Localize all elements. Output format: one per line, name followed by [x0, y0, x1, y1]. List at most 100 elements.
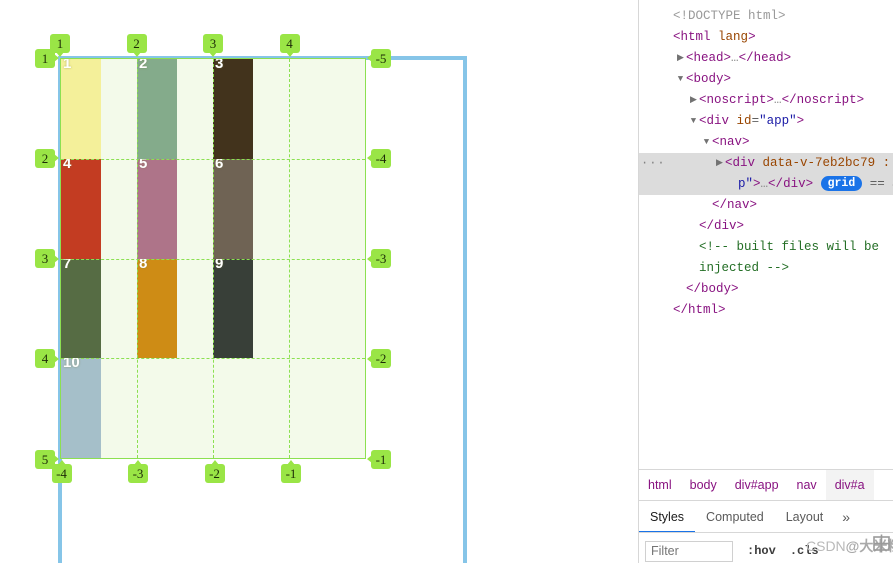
grid-item-box: [61, 59, 101, 159]
dom-tree-line[interactable]: ▶ <head>…</head>: [639, 48, 893, 69]
breadcrumb-item[interactable]: div#a: [825, 470, 874, 500]
styles-filter-input[interactable]: [645, 540, 733, 562]
breadcrumb-item[interactable]: nav: [788, 470, 826, 500]
dom-tree-line[interactable]: </html>: [639, 300, 893, 321]
styles-tab[interactable]: Layout: [775, 501, 835, 532]
grid-item-label: 6: [215, 158, 224, 172]
grid-row-badge-left: 1: [35, 48, 59, 68]
grid-item-label: 9: [215, 258, 224, 272]
grid-cell: 7: [61, 258, 137, 359]
grid-column-badge-bottom: -3: [128, 460, 149, 483]
dom-token: div: [732, 156, 756, 170]
grid-column-badge-top: 4: [279, 34, 300, 57]
grid-item-label: 10: [63, 358, 80, 372]
dom-token: div: [714, 219, 737, 233]
dom-token: </: [686, 282, 702, 296]
dom-token: >: [856, 93, 865, 107]
dom-token: >: [723, 51, 732, 65]
styles-filter-row[interactable]: :hov .cls: [639, 533, 893, 563]
dom-token: noscript: [706, 93, 767, 107]
grid-cell: 5: [137, 158, 213, 259]
dom-line-gutter-dots: ···: [641, 156, 666, 170]
grid-row-badge-left: 2: [35, 148, 59, 168]
dom-token: <!-- built files will be: [699, 240, 880, 254]
grid-item-label: 3: [215, 59, 224, 72]
dom-tree-line[interactable]: <!DOCTYPE html>: [639, 6, 893, 27]
dom-token: body: [693, 72, 724, 86]
dom-token: <: [686, 51, 694, 65]
cls-toggle-button[interactable]: .cls: [790, 544, 819, 558]
styles-tab-overflow-button[interactable]: »: [834, 501, 858, 532]
dom-token: body: [701, 282, 732, 296]
styles-tab[interactable]: Computed: [695, 501, 775, 532]
grid-item-label: 1: [63, 59, 72, 72]
dom-token: >: [796, 114, 805, 128]
grid-column-badge-bottom: -1: [281, 460, 302, 483]
dom-token: >: [736, 219, 745, 233]
dom-tree-line[interactable]: ··· ▶ <div data-v-7eb2bc79 :: [639, 153, 893, 174]
breadcrumb-item[interactable]: body: [681, 470, 726, 500]
devtools-panel: <!DOCTYPE html> <html lang> ▶ <head>…</head…: [638, 0, 893, 563]
chevron-down-icon[interactable]: ▼: [688, 111, 699, 132]
dom-tree-line[interactable]: injected -->: [639, 258, 893, 279]
styles-tab-bar[interactable]: Styles Computed Layout»: [639, 500, 893, 533]
chevron-down-icon[interactable]: ▼: [701, 132, 712, 153]
breadcrumb-item[interactable]: html: [639, 470, 681, 500]
grid-cell: [289, 59, 365, 159]
dom-token: <: [699, 114, 707, 128]
chevron-right-icon[interactable]: ▶: [714, 153, 725, 174]
dom-token: >: [749, 198, 758, 212]
dom-token: >: [723, 72, 732, 86]
dom-token: >: [718, 303, 726, 317]
grid-item-box: [61, 358, 101, 458]
dom-token: <: [699, 93, 707, 107]
dom-tree-line[interactable]: ▶ <noscript>…</noscript>: [639, 90, 893, 111]
grid-item-label: 2: [139, 59, 148, 72]
dom-token: >: [805, 177, 814, 191]
dom-tree-line[interactable]: ▼ <nav>: [639, 132, 893, 153]
chevron-right-icon[interactable]: ▶: [675, 48, 686, 69]
dom-token: </: [781, 93, 797, 107]
dom-tree-line[interactable]: p">…</div> grid == $: [639, 174, 893, 195]
grid-cells-container: 1 2 3 4 5 6 7 8 9 10: [61, 59, 365, 458]
dom-token: <: [712, 135, 720, 149]
dom-token: <: [686, 72, 694, 86]
hov-toggle-button[interactable]: :hov: [747, 544, 776, 558]
breadcrumb[interactable]: html body div#app nav div#a: [639, 469, 893, 500]
dom-tree-elements-panel[interactable]: <!DOCTYPE html> <html lang> ▶ <head>…</head…: [639, 0, 893, 469]
dom-token: </: [699, 219, 715, 233]
grid-cell: 1: [61, 59, 137, 159]
dom-token: …: [774, 93, 782, 107]
dom-tree-line[interactable]: ▼ <div id="app">: [639, 111, 893, 132]
dom-tree-line[interactable]: <!-- built files will be: [639, 237, 893, 258]
dom-token: ==: [869, 177, 885, 191]
dom-token: nav: [727, 198, 750, 212]
dom-token: <: [725, 156, 733, 170]
grid-cell: [137, 358, 213, 458]
grid-cell: [289, 358, 365, 458]
dom-token: id: [736, 114, 752, 128]
grid-row-badge-right: -5: [367, 48, 391, 68]
grid-cell: 9: [213, 258, 289, 359]
grid-item-box: [61, 258, 101, 359]
chevron-right-icon[interactable]: ▶: [688, 90, 699, 111]
dom-tree-line[interactable]: <html lang>: [639, 27, 893, 48]
grid-cell: 4: [61, 158, 137, 259]
grid-item-box: [213, 258, 253, 359]
dom-token: </: [712, 198, 728, 212]
breadcrumb-item[interactable]: div#app: [726, 470, 788, 500]
grid-cell: 6: [213, 158, 289, 259]
dom-tree-line[interactable]: ▼ <body>: [639, 69, 893, 90]
grid-row-badge-right: -2: [367, 349, 391, 369]
grid-cell: [289, 159, 365, 259]
dom-token: lang: [718, 30, 749, 44]
styles-tab[interactable]: Styles: [639, 501, 696, 532]
grid-cell: [213, 358, 289, 458]
chevron-down-icon[interactable]: ▼: [675, 69, 686, 90]
dom-tree-line[interactable]: </body>: [639, 279, 893, 300]
grid-badge-pill[interactable]: grid: [820, 176, 863, 191]
dom-tree-line[interactable]: </div>: [639, 216, 893, 237]
dom-tree-line[interactable]: </nav>: [639, 195, 893, 216]
dom-token: p": [738, 177, 754, 191]
grid-item-label: 4: [63, 158, 72, 172]
